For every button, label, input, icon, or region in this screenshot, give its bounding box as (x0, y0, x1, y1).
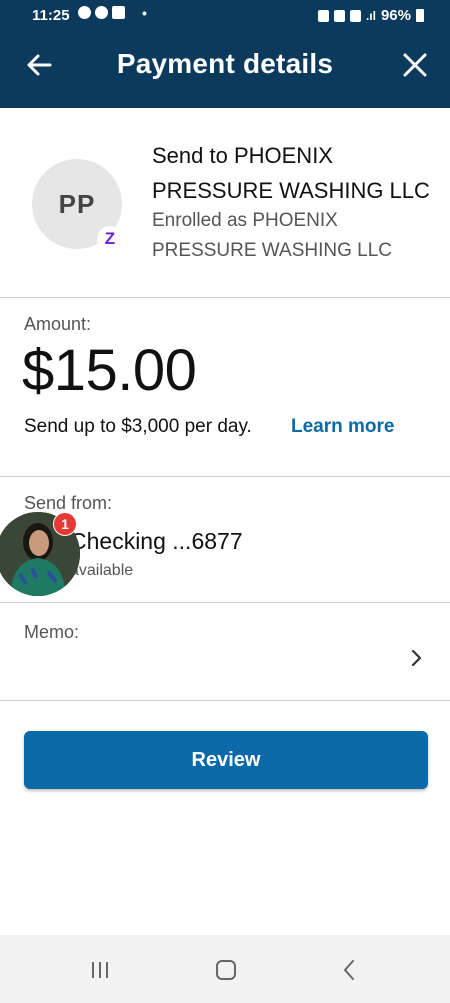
enrolled-as: Enrolled as PHOENIX PRESSURE WASHING LLC (152, 210, 393, 261)
memo-label: Memo: (24, 622, 80, 642)
available-balance: available (70, 562, 134, 579)
recents-icon[interactable] (90, 961, 110, 979)
notification-icon (78, 6, 91, 19)
signal-icon: .ıl (365, 8, 376, 23)
system-back-icon[interactable] (342, 959, 356, 981)
recipient-section: PP Z Send to PHOENIX PRESSURE WASHING LL… (0, 108, 450, 298)
review-button[interactable]: Review (24, 731, 428, 789)
battery-percent: 96% (380, 7, 411, 24)
chevron-right-icon[interactable] (408, 648, 424, 668)
divider (0, 700, 450, 701)
app-header: 11:25 • .ıl 96% Payment details (0, 0, 450, 108)
divider (0, 297, 450, 298)
account-name[interactable]: Checking ...6877 (70, 528, 243, 555)
amount-value: $15.00 (22, 338, 197, 403)
more-notifications-icon: • (142, 5, 147, 21)
system-nav-bar (0, 935, 450, 1003)
page-title: Payment details (116, 48, 334, 79)
status-bar: 11:25 • .ıl 96% (0, 0, 450, 32)
send-from-label: Send from: (24, 493, 113, 513)
alarm-icon (333, 9, 345, 22)
network-icon (349, 9, 361, 22)
notification-icons (78, 6, 125, 19)
messenger-icon (95, 6, 108, 19)
zelle-icon: Z (97, 226, 123, 252)
nav-bar: Payment details (0, 32, 450, 108)
close-icon[interactable] (402, 52, 428, 78)
divider (0, 602, 450, 603)
learn-more-link[interactable]: Learn more (291, 416, 394, 438)
lock-icon (317, 9, 329, 22)
divider (0, 476, 450, 477)
send-limit-text: Send up to $3,000 per day. (24, 416, 252, 437)
amount-label: Amount: (24, 314, 92, 334)
gallery-icon (112, 6, 125, 19)
recipient-name: Send to PHOENIX PRESSURE WASHING LLC (152, 143, 430, 203)
notification-badge: 1 (53, 512, 77, 536)
status-time: 11:25 (32, 7, 70, 24)
battery-icon (416, 9, 424, 22)
home-icon[interactable] (216, 960, 236, 980)
system-status-icons: .ıl 96% (317, 7, 424, 24)
